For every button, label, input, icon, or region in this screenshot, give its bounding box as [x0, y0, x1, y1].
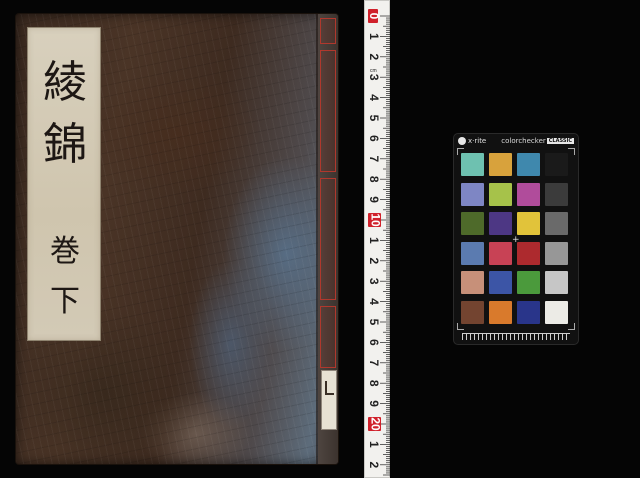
ruler-label: 1 — [367, 33, 381, 40]
photo-scene: 綾 錦 巻 下 01234567891012345678920123cm x·r… — [0, 0, 640, 478]
ruler-label: 5 — [367, 319, 381, 326]
ruler-label: 20 — [368, 417, 382, 431]
spine-red-tab — [320, 18, 336, 44]
color-patch — [517, 182, 540, 206]
ruler-label: 8 — [367, 176, 381, 183]
color-patch — [517, 271, 540, 294]
ruler-label: 8 — [367, 380, 381, 387]
checker-model-prefix: colorchecker — [501, 137, 546, 145]
color-patch — [461, 153, 484, 176]
ruler-label: 1 — [367, 237, 381, 244]
volume-char: 巻 — [50, 234, 80, 269]
ruler-label: 4 — [367, 94, 381, 101]
corner-mark — [568, 148, 575, 155]
spine-red-tab — [320, 50, 336, 172]
color-patch — [545, 153, 568, 176]
corner-mark — [457, 323, 464, 330]
checker-header: x·rite colorchecker CLASSIC — [454, 134, 578, 150]
color-patch — [489, 212, 512, 235]
color-patch — [545, 212, 568, 235]
ruler-label: 10 — [368, 213, 382, 227]
color-patch — [517, 241, 540, 265]
color-checker-card: x·rite colorchecker CLASSIC + — [454, 134, 578, 344]
ruler-label: 2 — [367, 257, 381, 264]
spine-red-tab — [320, 306, 336, 368]
color-patch — [489, 153, 512, 176]
color-patch — [545, 300, 568, 324]
ruler-label: 6 — [367, 339, 381, 346]
ruler-label: 7 — [367, 359, 381, 366]
checker-model: colorchecker CLASSIC — [501, 137, 574, 145]
color-patch — [461, 182, 484, 206]
checker-scale — [462, 333, 570, 340]
color-patch — [461, 241, 484, 265]
title-char: 錦 — [43, 119, 87, 170]
ruler-label: 2 — [367, 53, 381, 60]
spine-label — [321, 370, 337, 430]
title-char: 綾 — [43, 57, 87, 108]
ruler-label: 9 — [367, 400, 381, 407]
ruler-label: 7 — [367, 155, 381, 162]
ruler-label: 5 — [367, 115, 381, 122]
color-patch — [489, 182, 512, 206]
ruler-label: 9 — [367, 196, 381, 203]
color-patch — [489, 300, 512, 324]
color-patch — [545, 271, 568, 294]
color-patch — [517, 300, 540, 324]
color-patch — [489, 241, 512, 265]
corner-mark — [568, 323, 575, 330]
color-patch — [461, 212, 484, 235]
color-patch — [489, 271, 512, 294]
crosshair-icon: + — [512, 235, 520, 245]
ruler-unit-label: cm — [370, 68, 377, 74]
measuring-ruler: 01234567891012345678920123cm — [364, 0, 390, 478]
ruler-label: 6 — [367, 135, 381, 142]
ruler-scale: 01234567891012345678920123cm — [367, 9, 390, 476]
checker-brand: x·rite — [468, 137, 487, 145]
color-patch — [545, 241, 568, 265]
xrite-logo-icon — [458, 137, 466, 145]
color-patch — [517, 212, 540, 235]
ruler-label: 3 — [367, 278, 381, 285]
ruler-label: 3 — [367, 74, 381, 81]
color-patch — [461, 300, 484, 324]
color-patch — [545, 182, 568, 206]
checker-model-suffix: CLASSIC — [546, 138, 574, 144]
volume-char: 下 — [50, 284, 80, 319]
color-patch — [461, 271, 484, 294]
color-patch — [517, 153, 540, 176]
ruler-label: 2 — [367, 461, 381, 468]
spine-red-tab — [320, 178, 336, 300]
spine-label-mark — [325, 381, 334, 395]
ruler-label: 1 — [367, 441, 381, 448]
ruler-label: 0 — [367, 13, 381, 20]
ruler-label: 4 — [367, 298, 381, 305]
